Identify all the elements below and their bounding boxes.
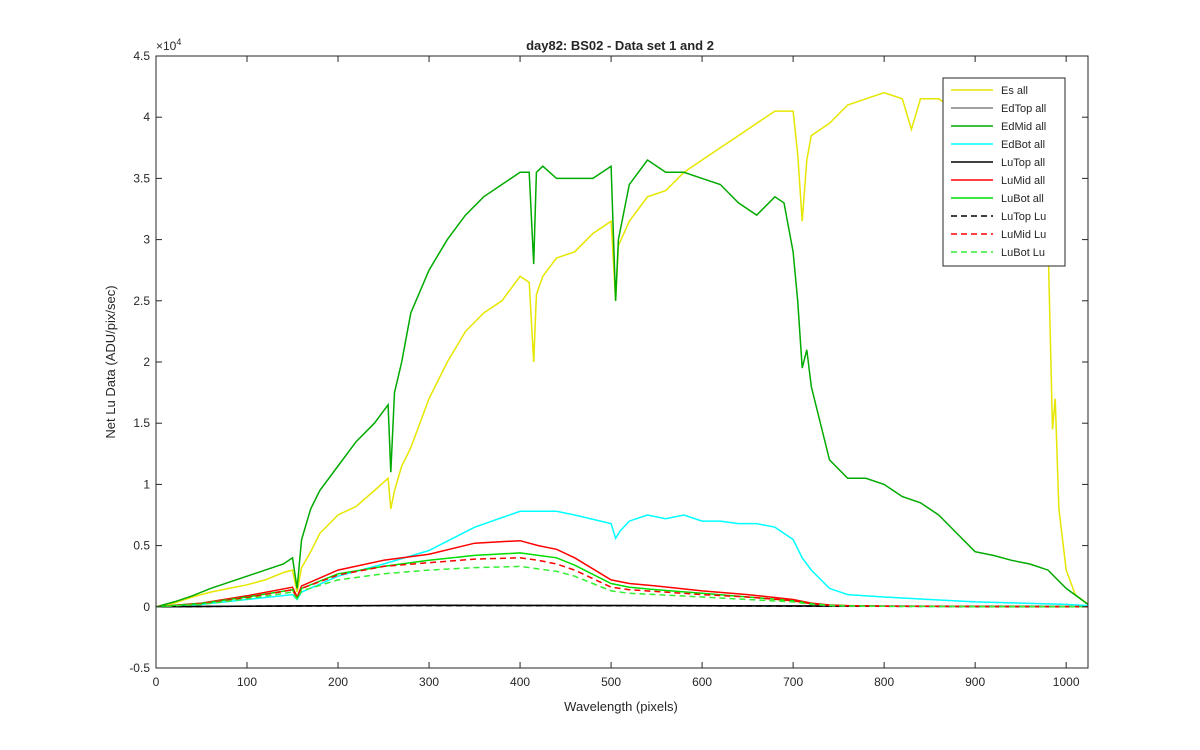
x-tick-label: 300 (419, 675, 439, 689)
y-tick-label: 0.5 (133, 539, 150, 553)
y-tick-label: 2 (143, 355, 150, 369)
x-tick-label: 1000 (1053, 675, 1080, 689)
x-tick-label: 200 (328, 675, 348, 689)
x-tick-label: 800 (874, 675, 894, 689)
figure: day82: BS02 - Data set 1 and 2 ×104 Wave… (0, 0, 1200, 750)
legend-label-es-all: Es all (1001, 85, 1028, 97)
y-tick-label: 0 (143, 600, 150, 614)
legend-label-edtop-all: EdTop all (1001, 103, 1046, 115)
legend: Es all EdTop all EdMid all EdBot all LuTop a… (942, 77, 1066, 267)
chart-svg: day82: BS02 - Data set 1 and 2 ×104 Wave… (103, 37, 1089, 714)
y-tick-label: 3 (143, 233, 150, 247)
legend-label-edmid-all: EdMid all (1001, 121, 1046, 133)
y-tick-label: 1.5 (133, 416, 150, 430)
y-tick-label: 3.5 (133, 171, 150, 185)
x-tick-label: 100 (237, 675, 257, 689)
legend-label-lutop-all: LuTop all (1001, 157, 1045, 169)
y-exponent-power: 4 (176, 37, 181, 47)
legend-label-lubot-lu: LuBot Lu (1001, 247, 1045, 259)
legend-label-lumid-all: LuMid all (1001, 175, 1045, 187)
x-tick-label: 0 (153, 675, 160, 689)
legend-label-edbot-all: EdBot all (1001, 139, 1045, 151)
y-tick-label: 4.5 (133, 49, 150, 63)
x-tick-label: 400 (510, 675, 530, 689)
legend-label-lutop-lu: LuTop Lu (1001, 211, 1046, 223)
x-tick-label: 500 (601, 675, 621, 689)
y-axis-label: Net Lu Data (ADU/pix/sec) (103, 285, 118, 438)
x-tick-label: 900 (965, 675, 985, 689)
chart-title: day82: BS02 - Data set 1 and 2 (526, 38, 714, 53)
y-exponent-label: ×104 (156, 37, 181, 53)
y-tick-label: 4 (143, 110, 150, 124)
y-tick-label: -0.5 (129, 661, 150, 675)
x-tick-label: 600 (692, 675, 712, 689)
legend-label-lubot-all: LuBot all (1001, 193, 1044, 205)
y-exponent-base: ×10 (156, 39, 177, 53)
x-tick-label: 700 (783, 675, 803, 689)
legend-label-lumid-lu: LuMid Lu (1001, 229, 1046, 241)
y-tick-label: 2.5 (133, 294, 150, 308)
x-axis-label: Wavelength (pixels) (564, 699, 678, 714)
y-tick-label: 1 (143, 477, 150, 491)
